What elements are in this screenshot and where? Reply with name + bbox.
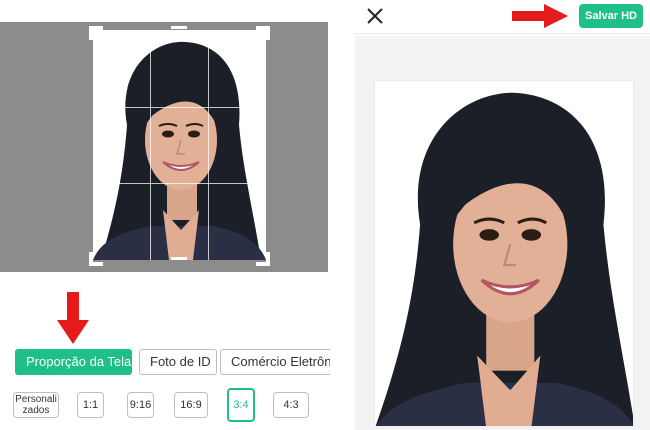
app-root: Proporção da Tela Foto de ID Comércio El… — [0, 0, 650, 430]
grid-line-v1 — [150, 30, 151, 260]
crop-editor-panel: Proporção da Tela Foto de ID Comércio El… — [0, 0, 330, 430]
tab-comercio-eletronico[interactable]: Comércio Eletrônico — [220, 349, 330, 375]
ratio-personalizados-button[interactable]: Personali zados — [13, 392, 59, 418]
ratio-16-9-button[interactable]: 16:9 — [174, 392, 208, 418]
preview-top-bar: Salvar HD — [355, 0, 650, 34]
ratio-3-4-button[interactable]: 3:4 — [227, 388, 255, 422]
tab-foto-de-id[interactable]: Foto de ID — [139, 349, 217, 375]
crop-handle-top-left[interactable] — [89, 26, 103, 40]
ratio-personalizados-line1: Personali — [15, 394, 57, 405]
crop-handle-top-right[interactable] — [256, 26, 270, 40]
crop-photo[interactable] — [93, 30, 266, 260]
tab-proporcao-da-tela[interactable]: Proporção da Tela — [15, 349, 132, 375]
close-icon[interactable] — [365, 6, 385, 26]
crop-handle-bottom[interactable] — [171, 257, 187, 260]
crop-handle-top[interactable] — [171, 26, 187, 29]
crop-canvas[interactable] — [0, 22, 328, 272]
save-hd-button[interactable]: Salvar HD — [579, 4, 643, 28]
red-arrow-right-icon — [512, 4, 568, 28]
preview-portrait-photo — [375, 81, 633, 426]
aspect-ratio-options: Personali zados 1:1 9:16 16:9 3:4 4:3 — [0, 388, 330, 424]
grid-line-v2 — [208, 30, 209, 260]
ratio-9-16-button[interactable]: 9:16 — [127, 392, 154, 418]
preview-panel: Salvar HD — [355, 0, 650, 430]
portrait-photo — [93, 30, 266, 260]
grid-line-h1 — [93, 107, 266, 108]
ratio-personalizados-line2: zados — [22, 405, 50, 416]
cropped-photo-preview — [374, 80, 634, 427]
grid-line-h2 — [93, 183, 266, 184]
ratio-1-1-button[interactable]: 1:1 — [77, 392, 104, 418]
crop-handle-bottom-left[interactable] — [89, 252, 103, 266]
ratio-4-3-button[interactable]: 4:3 — [273, 392, 309, 418]
red-arrow-down-icon — [57, 292, 89, 344]
crop-handle-bottom-right[interactable] — [256, 252, 270, 266]
crop-category-tabs: Proporção da Tela Foto de ID Comércio El… — [15, 349, 330, 375]
